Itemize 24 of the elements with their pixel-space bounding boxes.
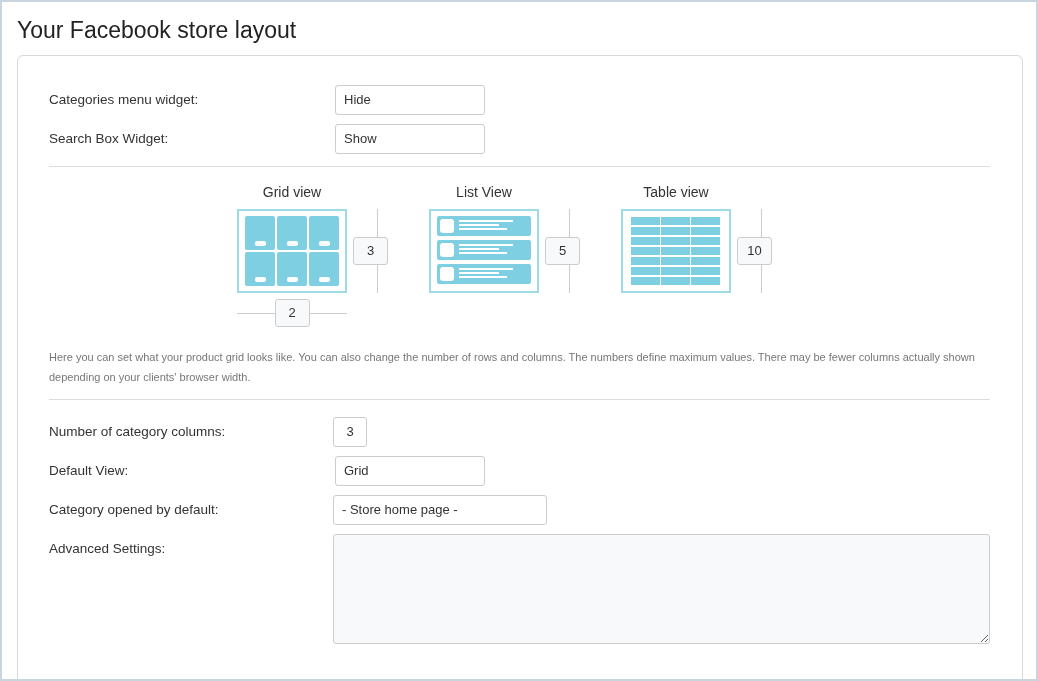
count-field[interactable]: 10 (737, 237, 772, 265)
text-area[interactable] (333, 534, 990, 644)
field-label: Number of category columns: (49, 423, 227, 439)
dropdown-field[interactable]: Show (335, 124, 485, 154)
help-text: Here you can set what your product grid looks like. You can also change the number of rows and columns. The numbers define maximum values. There may be fewer columns actually shown depending on your clients' browser width. (49, 350, 976, 385)
view-label: List View (455, 184, 513, 200)
field-label: Category opened by default: (49, 501, 220, 517)
table-view-drawing[interactable] (621, 209, 731, 293)
field-label: Advanced Settings: (49, 540, 167, 556)
grid-view-drawing[interactable] (237, 209, 347, 293)
count-field[interactable]: 2 (274, 299, 310, 327)
dropdown-field[interactable]: Grid (335, 456, 485, 486)
list-view-drawing[interactable] (429, 209, 539, 293)
field-label: Categories menu widget: (49, 91, 200, 107)
dropdown-field[interactable]: Hide (335, 85, 485, 115)
field-label: Default View: (49, 462, 130, 478)
field-label: Search Box Widget: (49, 130, 170, 146)
dropdown-field[interactable]: - Store home page - (333, 495, 547, 525)
count-field[interactable]: 5 (545, 237, 580, 265)
page-title: Your Facebook store layout (16, 16, 298, 45)
number-field[interactable]: 3 (333, 417, 367, 447)
view-label: Grid view (261, 184, 323, 200)
count-field[interactable]: 3 (353, 237, 388, 265)
view-label: Table view (642, 184, 710, 200)
